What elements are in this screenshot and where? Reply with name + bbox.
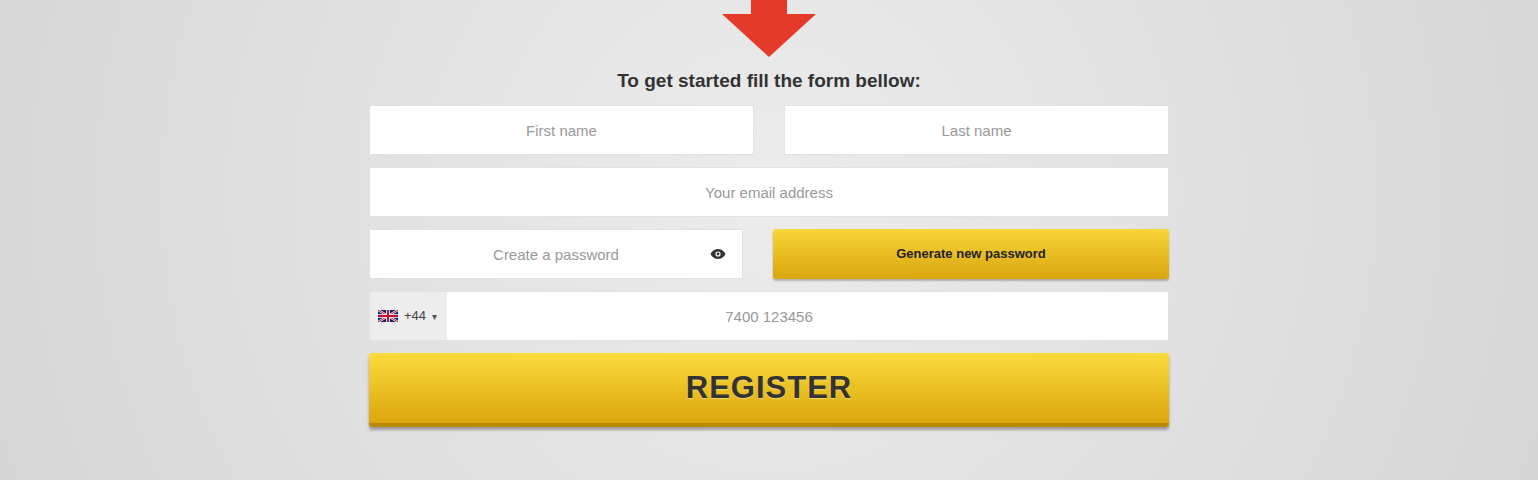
generate-password-button[interactable]: Generate new password <box>773 229 1169 279</box>
country-caret: ▾ <box>432 309 437 324</box>
email-field <box>369 167 1169 217</box>
eye-icon[interactable] <box>710 248 726 260</box>
country-selector[interactable]: +44 ▾ <box>370 292 447 340</box>
email-row <box>369 167 1169 217</box>
register-button[interactable]: REGISTER <box>369 353 1169 427</box>
first-name-field <box>369 105 754 155</box>
email-field-input[interactable] <box>370 168 1168 216</box>
landing-page: To get started fill the form bellow: Gene… <box>0 0 1538 480</box>
phone-field: +44 ▾ <box>369 291 1169 341</box>
register-form: Generate new password +44 ▾ REGISTER <box>369 105 1169 427</box>
down-arrow-icon <box>722 0 816 57</box>
last-name-field-input[interactable] <box>785 106 1168 154</box>
form-heading: To get started fill the form bellow: <box>617 69 921 93</box>
uk-flag-icon <box>378 310 398 322</box>
phone-input[interactable] <box>447 292 1168 340</box>
password-field <box>369 229 743 279</box>
password-field-input[interactable] <box>370 230 742 278</box>
name-row <box>369 105 1169 155</box>
country-code: +44 <box>404 306 426 326</box>
last-name-field <box>784 105 1169 155</box>
first-name-field-input[interactable] <box>370 106 753 154</box>
password-row: Generate new password <box>369 229 1169 279</box>
